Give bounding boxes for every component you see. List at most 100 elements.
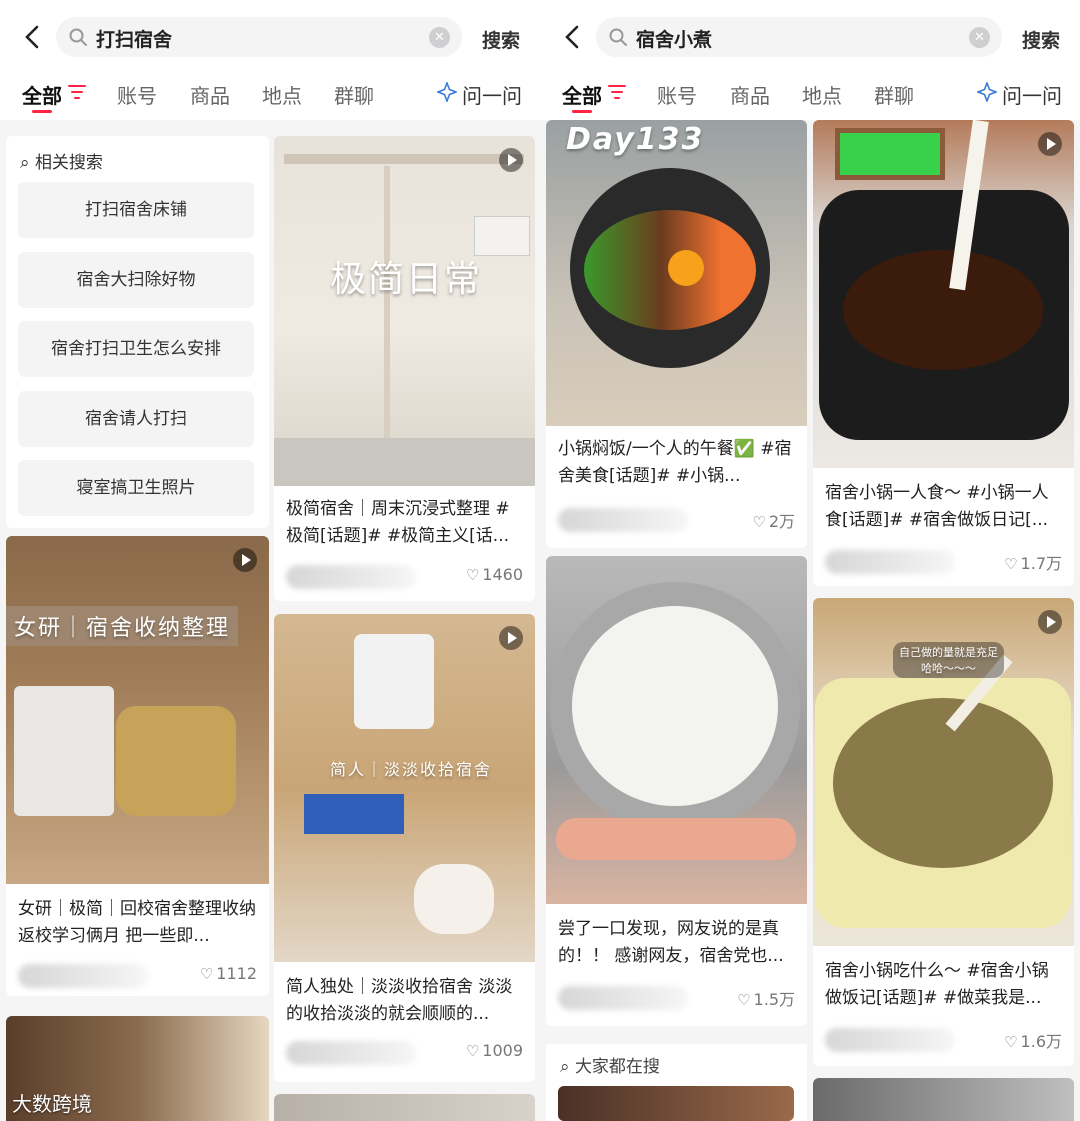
note-cover-image: 自己做的量就是充足 哈哈～～～ — [813, 598, 1074, 946]
heart-icon: ♡ — [737, 991, 751, 1009]
video-play-icon — [1038, 610, 1062, 634]
note-meta: ♡ 1.7万 — [825, 546, 1062, 576]
author-avatar-blurred — [558, 508, 688, 532]
video-play-icon — [499, 626, 523, 650]
note-title: 小锅焖饭/一个人的午餐✅ #宿舍美食[话题]# #小锅... — [558, 439, 792, 486]
cover-overlay-text: 简人｜淡淡收拾宿舍 — [330, 760, 493, 779]
like-count[interactable]: ♡ 1.6万 — [1004, 1028, 1062, 1052]
filter-icon[interactable] — [608, 84, 626, 100]
related-searches-heading: ⌕ 相关搜索 — [20, 153, 103, 173]
author-avatar-blurred — [558, 986, 688, 1010]
related-item[interactable]: 宿舍大扫除好物 — [18, 252, 254, 308]
back-arrow-icon[interactable] — [18, 22, 48, 52]
cover-overlay-text: 极简日常 — [330, 259, 483, 300]
like-count[interactable]: ♡ 1009 — [466, 1041, 523, 1060]
note-cover-image: 女研｜宿舍收纳整理 — [6, 536, 269, 884]
tab-active-indicator — [32, 110, 52, 113]
note-title: 宿舍小锅吃什么～ #宿舍小锅做饭记[话题]# #做菜我是... — [825, 961, 1049, 1008]
author-avatar-blurred — [18, 964, 148, 988]
clear-icon[interactable]: ✕ — [429, 27, 450, 48]
note-card[interactable]: 极简日常 极简宿舍｜周末沉浸式整理 #极简[话题]# #极简主义[话... ♡ 1… — [274, 136, 535, 601]
author-avatar-blurred — [825, 550, 955, 574]
right-screen: 宿舍小煮 ✕ 搜索 全部 账号 商品 地点 群聊 问一问 Day133 小锅焖饭… — [540, 0, 1080, 1121]
tab-active-indicator — [572, 110, 592, 113]
ask-sparkle-icon[interactable] — [437, 82, 457, 102]
heart-icon: ♡ — [752, 513, 766, 531]
author-avatar-blurred — [825, 1028, 955, 1052]
note-card[interactable]: 尝了一口发现，网友说的是真的！！ 感谢网友，宿舍党也... ♡ 1.5万 — [546, 556, 807, 1026]
note-cover-image: 简人｜淡淡收拾宿舍 — [274, 614, 535, 962]
video-play-icon — [499, 148, 523, 172]
like-count[interactable]: ♡ 2万 — [752, 508, 795, 532]
note-card-partial[interactable] — [274, 1094, 535, 1121]
cover-overlay-text: 女研｜宿舍收纳整理 — [6, 606, 239, 646]
search-button[interactable]: 搜索 — [482, 26, 520, 53]
note-meta: ♡ 1112 — [18, 960, 257, 990]
left-screen: 打扫宿舍 ✕ 搜索 全部 账号 商品 地点 群聊 问一问 ⌕ 相关搜索 打扫宿舍… — [0, 0, 540, 1121]
note-meta: ♡ 1009 — [286, 1037, 523, 1067]
note-card[interactable]: 宿舍小锅一人食～ #小锅一人食[话题]# #宿舍做饭日记[... ♡ 1.7万 — [813, 120, 1074, 586]
video-play-icon — [233, 548, 257, 572]
note-title: 女研｜极简｜回校宿舍整理收纳 返校学习俩月 把一些即... — [18, 899, 256, 946]
note-card[interactable]: 女研｜宿舍收纳整理 女研｜极简｜回校宿舍整理收纳 返校学习俩月 把一些即... … — [6, 536, 269, 996]
tab-products[interactable]: 商品 — [730, 80, 770, 109]
related-item[interactable]: 宿舍打扫卫生怎么安排 — [18, 321, 254, 377]
filter-icon[interactable] — [68, 84, 86, 100]
everyone-searching-heading: ⌕ 大家都在搜 — [560, 1057, 660, 1077]
ask-button[interactable]: 问一问 — [462, 80, 522, 109]
everyone-searching-section: ⌕ 大家都在搜 — [546, 1044, 807, 1121]
note-title: 简人独处｜淡淡收拾宿舍 淡淡的收拾淡淡的就会顺顺的... — [286, 977, 513, 1024]
related-item[interactable]: 寝室搞卫生照片 — [18, 460, 254, 516]
filter-tabs: 全部 账号 商品 地点 群聊 问一问 — [0, 72, 540, 120]
like-count[interactable]: ♡ 1460 — [466, 565, 523, 584]
note-meta: ♡ 2万 — [558, 504, 795, 534]
tab-group-chats[interactable]: 群聊 — [334, 80, 374, 109]
ask-button[interactable]: 问一问 — [1002, 80, 1062, 109]
clear-icon[interactable]: ✕ — [969, 27, 990, 48]
author-avatar-blurred — [286, 1041, 416, 1065]
filter-tabs: 全部 账号 商品 地点 群聊 问一问 — [540, 72, 1080, 120]
author-avatar-blurred — [286, 565, 416, 589]
tab-accounts[interactable]: 账号 — [117, 80, 157, 109]
note-card[interactable]: 自己做的量就是充足 哈哈～～～ 宿舍小锅吃什么～ #宿舍小锅做饭记[话题]# #… — [813, 598, 1074, 1066]
tab-places[interactable]: 地点 — [262, 80, 302, 109]
like-count[interactable]: ♡ 1.5万 — [737, 986, 795, 1010]
search-button[interactable]: 搜索 — [1022, 26, 1060, 53]
back-arrow-icon[interactable] — [558, 22, 588, 52]
everyone-searching-thumbnail[interactable] — [558, 1086, 794, 1121]
tab-accounts[interactable]: 账号 — [657, 80, 697, 109]
related-item[interactable]: 打扫宿舍床铺 — [18, 182, 254, 238]
note-card-partial[interactable] — [813, 1078, 1074, 1121]
search-input[interactable]: 打扫宿舍 ✕ — [56, 17, 462, 57]
note-card[interactable]: Day133 小锅焖饭/一个人的午餐✅ #宿舍美食[话题]# #小锅... ♡ 2… — [546, 120, 807, 548]
cover-overlay-text: Day133 — [566, 122, 705, 157]
heart-icon: ♡ — [1004, 555, 1018, 573]
search-icon — [69, 28, 87, 46]
note-meta: ♡ 1.5万 — [558, 982, 795, 1012]
related-item[interactable]: 宿舍请人打扫 — [18, 391, 254, 447]
like-count[interactable]: ♡ 1112 — [200, 964, 257, 983]
note-meta: ♡ 1460 — [286, 561, 523, 591]
tab-places[interactable]: 地点 — [802, 80, 842, 109]
tab-all[interactable]: 全部 — [562, 80, 602, 109]
note-card[interactable]: 简人｜淡淡收拾宿舍 简人独处｜淡淡收拾宿舍 淡淡的收拾淡淡的就会顺顺的... ♡… — [274, 614, 535, 1082]
tab-all[interactable]: 全部 — [22, 80, 62, 109]
ask-sparkle-icon[interactable] — [977, 82, 997, 102]
like-count[interactable]: ♡ 1.7万 — [1004, 550, 1062, 574]
related-searches: ⌕ 相关搜索 打扫宿舍床铺 宿舍大扫除好物 宿舍打扫卫生怎么安排 宿舍请人打扫 … — [6, 136, 269, 528]
note-meta: ♡ 1.6万 — [825, 1024, 1062, 1054]
video-play-icon — [1038, 132, 1062, 156]
tab-group-chats[interactable]: 群聊 — [874, 80, 914, 109]
search-input[interactable]: 宿舍小煮 ✕ — [596, 17, 1002, 57]
search-icon — [609, 28, 627, 46]
search-header: 打扫宿舍 ✕ 搜索 全部 账号 商品 地点 群聊 问一问 — [0, 0, 540, 120]
search-header: 宿舍小煮 ✕ 搜索 全部 账号 商品 地点 群聊 问一问 — [540, 0, 1080, 120]
search-query: 打扫宿舍 — [96, 29, 173, 51]
results-feed: ⌕ 相关搜索 打扫宿舍床铺 宿舍大扫除好物 宿舍打扫卫生怎么安排 宿舍请人打扫 … — [0, 120, 540, 1121]
note-title: 尝了一口发现，网友说的是真的！！ 感谢网友，宿舍党也... — [558, 919, 784, 966]
heart-icon: ♡ — [1004, 1033, 1018, 1051]
tab-products[interactable]: 商品 — [190, 80, 230, 109]
heart-icon: ♡ — [465, 1042, 480, 1060]
heart-icon: ♡ — [199, 965, 214, 983]
heart-icon: ♡ — [465, 566, 480, 584]
